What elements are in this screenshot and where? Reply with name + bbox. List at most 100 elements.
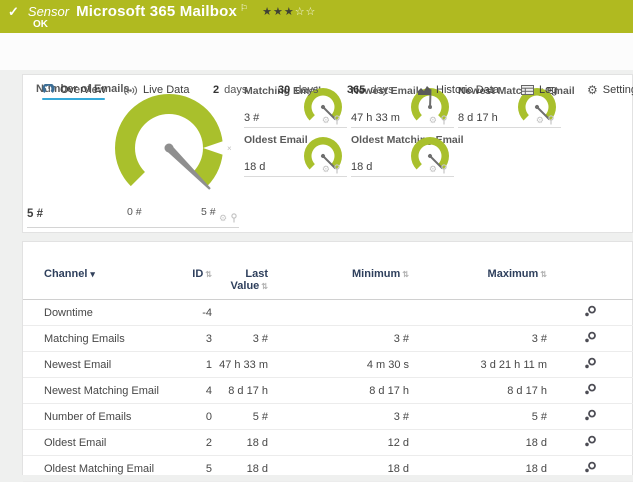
maximum-cell: 3 # (409, 325, 547, 352)
channel-name-cell: Oldest Matching Email (23, 455, 174, 482)
channel-row-oldest-matching-email[interactable]: Oldest Matching Email 5 18 d 18 d 18 d (23, 455, 633, 482)
gauge-settings-gear-icon[interactable]: ⚙ (429, 115, 437, 125)
gauge-settings-gear-icon[interactable]: ⚙ (322, 115, 330, 125)
tab-overview[interactable]: Overview (42, 81, 106, 99)
last-value-cell: 18 d (212, 429, 268, 456)
channel-name-cell: Matching Emails (23, 325, 174, 352)
channel-row-number-of-emails[interactable]: Number of Emails 0 5 # 3 # 5 # (23, 403, 633, 430)
channel-settings-gears-icon[interactable] (584, 357, 597, 369)
column-header-maximum[interactable]: Maximum ⇅ (409, 258, 547, 300)
pin-icon[interactable] (333, 164, 341, 174)
channel-id-cell: 4 (174, 377, 212, 404)
maximum-cell: 5 # (409, 403, 547, 430)
sort-icon: ⇅ (402, 270, 409, 279)
priority-flag-icon[interactable]: ⚐ (240, 3, 248, 14)
channel-id-cell: 5 (174, 455, 212, 482)
tab-settings[interactable]: ⚙ Settings (587, 81, 633, 99)
last-value-cell: 8 d 17 h (212, 377, 268, 404)
tab-365-days[interactable]: 365 days (347, 81, 394, 99)
gauge-cell-oldest-matching-email: Oldest Matching Email 18 d ⚙ (351, 134, 464, 177)
pin-icon[interactable] (440, 115, 448, 125)
gauge-actions: ⚙ (322, 115, 341, 125)
channel-id-cell: 1 (174, 351, 212, 378)
limit-marker: × (227, 144, 232, 153)
channel-name-cell: Newest Email (23, 351, 174, 378)
column-header-channel-label: Channel (44, 268, 88, 280)
stars-filled[interactable]: ★★★ (262, 6, 295, 18)
gauge-actions: ⚙ (429, 115, 448, 125)
tab-2-days[interactable]: 2 days (213, 81, 247, 99)
pin-icon[interactable] (230, 213, 238, 223)
gauge-settings-gear-icon[interactable]: ⚙ (536, 115, 544, 125)
tab-bar: Overview Live Data 2 days 30 days 365 da… (0, 33, 633, 100)
gauge-settings-gear-icon[interactable]: ⚙ (322, 164, 330, 174)
tab-live-data[interactable]: Live Data (123, 81, 189, 99)
maximum-cell (409, 299, 547, 326)
channel-row-newest-email[interactable]: Newest Email 1 47 h 33 m 4 m 30 s 3 d 21… (23, 351, 633, 378)
channel-row-downtime[interactable]: Downtime -4 (23, 299, 633, 326)
channel-settings-gears-icon[interactable] (584, 383, 597, 395)
tab-overview-label: Overview (60, 84, 106, 96)
channel-table-header-row: Channel ▾ ID ⇅ Last Value ⇅ Minimum ⇅ Maximum… (23, 258, 633, 300)
tab-2-days-number: 2 (213, 84, 220, 96)
channel-settings-gears-icon[interactable] (584, 331, 597, 343)
tab-2-days-label: days (224, 84, 248, 96)
column-header-minimum[interactable]: Minimum ⇅ (268, 258, 409, 300)
pin-icon[interactable] (333, 115, 341, 125)
sensor-title: Microsoft 365 Mailbox (76, 3, 238, 20)
minimum-cell: 18 d (268, 455, 409, 482)
gauge-value: 8 d 17 h (458, 112, 498, 124)
last-value-cell: 18 d (212, 455, 268, 482)
column-header-maximum-label: Maximum (487, 268, 539, 280)
tab-log[interactable]: Log (521, 81, 557, 99)
tab-30-days-number: 30 (278, 84, 291, 96)
gauge-cell-oldest-email: Oldest Email 18 d ⚙ (244, 134, 347, 177)
pin-icon[interactable] (440, 164, 448, 174)
priority-stars[interactable]: ★★★☆☆ (262, 5, 316, 18)
gauge-actions: ⚙ (429, 164, 448, 174)
gauge-settings-gear-icon[interactable]: ⚙ (429, 164, 437, 174)
channel-settings-gears-icon[interactable] (584, 461, 597, 473)
channel-row-newest-matching-email[interactable]: Newest Matching Email 4 8 d 17 h 8 d 17 … (23, 377, 633, 404)
main-gauge-scale-max: 5 # (201, 206, 216, 218)
gauge-icon (42, 84, 55, 94)
main-gauge-dial: × (115, 93, 232, 190)
minimum-cell: 3 # (268, 325, 409, 352)
gauge-actions: ⚙ (536, 115, 555, 125)
channel-settings-gears-icon[interactable] (584, 409, 597, 421)
tab-365-days-label: days (370, 84, 394, 96)
main-gauge-value: 5 # (27, 208, 43, 220)
column-header-tools (547, 258, 633, 300)
last-value-cell: 5 # (212, 403, 268, 430)
settings-gear-icon: ⚙ (587, 83, 598, 97)
column-header-id-label: ID (192, 268, 204, 280)
channel-settings-gears-icon[interactable] (584, 305, 597, 317)
channel-row-oldest-email[interactable]: Oldest Email 2 18 d 12 d 18 d (23, 429, 633, 456)
tab-historic-data[interactable]: Historic Data (418, 81, 499, 99)
sort-icon: ⇅ (205, 270, 212, 279)
gauge-settings-gear-icon[interactable]: ⚙ (219, 213, 227, 223)
channel-id-cell: -4 (174, 299, 212, 326)
column-header-value-label: Value (230, 280, 260, 292)
main-gauge-scale-min: 0 # (127, 206, 142, 218)
gauge-title: Oldest Email (244, 134, 308, 146)
sort-icon: ⇅ (540, 270, 547, 279)
channel-id-cell: 3 (174, 325, 212, 352)
maximum-cell: 8 d 17 h (409, 377, 547, 404)
minimum-cell: 12 d (268, 429, 409, 456)
stars-empty[interactable]: ☆☆ (295, 6, 317, 18)
tab-30-days[interactable]: 30 days (278, 81, 319, 99)
sensor-status-text: OK (33, 19, 48, 30)
gauge-value: 18 d (351, 161, 373, 173)
pin-icon[interactable] (547, 115, 555, 125)
column-header-channel[interactable]: Channel ▾ (23, 258, 174, 300)
last-value-cell (212, 299, 268, 326)
column-header-last-value[interactable]: Last Value ⇅ (212, 258, 268, 300)
tab-settings-label: Settings (602, 84, 633, 96)
channel-name-cell: Downtime (23, 299, 174, 326)
column-header-id[interactable]: ID ⇅ (174, 258, 212, 300)
channel-row-matching-emails[interactable]: Matching Emails 3 3 # 3 # 3 # (23, 325, 633, 352)
column-header-minimum-label: Minimum (352, 268, 401, 280)
sensor-status-bar: ✓ Sensor Microsoft 365 Mailbox ⚐ ★★★☆☆ O… (0, 0, 633, 33)
channel-settings-gears-icon[interactable] (584, 435, 597, 447)
